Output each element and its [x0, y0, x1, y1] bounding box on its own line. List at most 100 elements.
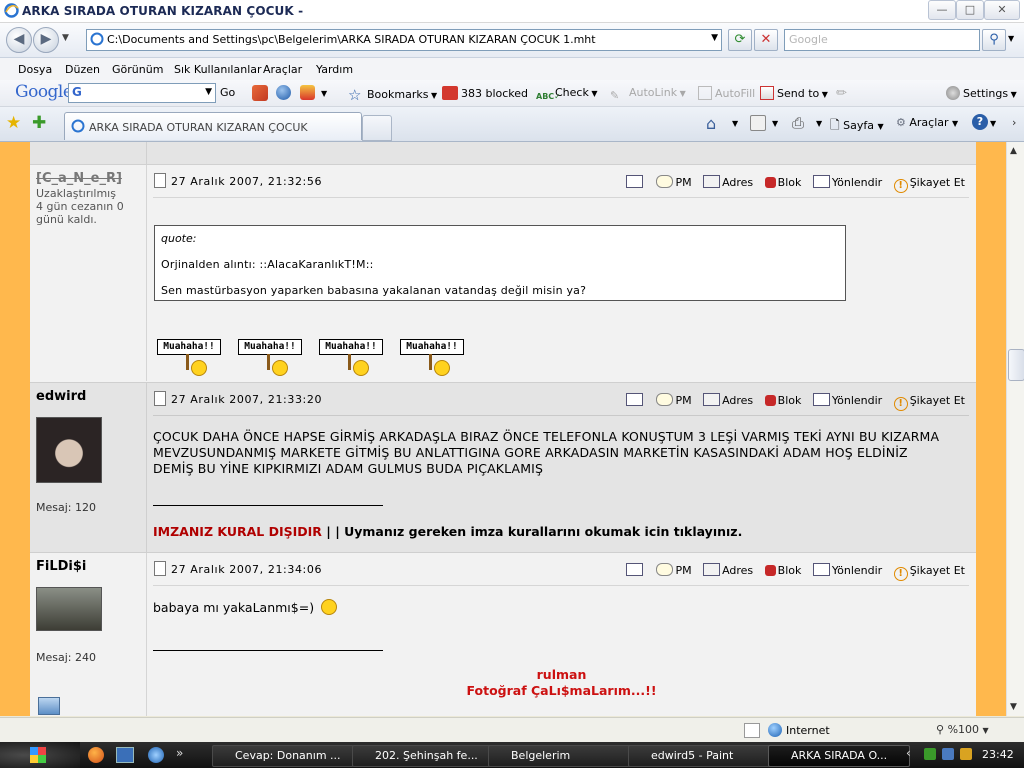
show-desktop-icon[interactable]: [116, 747, 134, 763]
pm-action[interactable]: PM: [656, 563, 692, 577]
menu-gorunum[interactable]: Görünüm: [112, 63, 163, 76]
back-button[interactable]: ◀: [6, 27, 32, 53]
block-action[interactable]: Blok: [764, 564, 801, 577]
feeds-dropdown-icon[interactable]: ▼: [772, 119, 778, 128]
block-action[interactable]: Blok: [764, 394, 801, 407]
page-menu[interactable]: 🗋 Sayfa ▼: [830, 116, 884, 137]
help-dropdown-icon[interactable]: ▼: [990, 119, 996, 128]
google-go-button[interactable]: Go: [220, 86, 235, 99]
username[interactable]: [C_a_N_e_R]: [36, 171, 122, 186]
menu-araclar[interactable]: Araçlar: [263, 63, 302, 76]
add-favorite-icon[interactable]: ✚: [32, 113, 46, 133]
scroll-up-arrow-icon[interactable]: ▲: [1010, 146, 1017, 156]
toolbar-overflow-icon[interactable]: ›: [1012, 116, 1016, 129]
help-icon[interactable]: ?: [972, 114, 988, 130]
home-icon[interactable]: ⌂: [706, 114, 716, 133]
taskbar-item-ie[interactable]: ARKA SIRADA O...: [768, 745, 910, 767]
taskbar-item-paint[interactable]: edwird5 - Paint: [628, 745, 774, 767]
start-button[interactable]: [0, 742, 80, 768]
search-input[interactable]: Google: [789, 33, 828, 46]
email-action[interactable]: [625, 175, 645, 189]
news-icon[interactable]: [252, 85, 268, 101]
avatar[interactable]: [36, 587, 102, 631]
firefox-icon[interactable]: [88, 747, 104, 763]
signature-warning[interactable]: IMZANIZ KURAL DIŞIDIR: [153, 524, 322, 539]
display-icon[interactable]: [942, 748, 954, 760]
scroll-down-arrow-icon[interactable]: ▼: [1010, 702, 1017, 712]
report-action[interactable]: ! Şikayet Et: [893, 176, 965, 193]
network-icon[interactable]: [924, 748, 936, 760]
highlight-icon[interactable]: [300, 85, 315, 100]
google-search-input[interactable]: G ▼: [68, 83, 216, 103]
taskbar-item-folder[interactable]: Belgelerim: [488, 745, 632, 767]
redirect-action[interactable]: Yönlendir: [812, 563, 882, 577]
bookmarks-button[interactable]: ☆ Bookmarks ▼: [348, 86, 437, 104]
security-shield-icon[interactable]: [960, 748, 972, 760]
search-field[interactable]: Google: [784, 29, 980, 51]
vertical-scrollbar[interactable]: ▲ ▼: [1006, 142, 1024, 716]
home-dropdown-icon[interactable]: ▼: [732, 119, 738, 128]
pencil-icon[interactable]: ✏: [836, 86, 847, 101]
address-action[interactable]: Adres: [703, 563, 753, 577]
username[interactable]: edwird: [36, 389, 86, 404]
menu-sik-kullanilanlar[interactable]: Sık Kullanılanlar: [174, 63, 262, 76]
menu-duzen[interactable]: Düzen: [65, 63, 100, 76]
redirect-action[interactable]: Yönlendir: [812, 175, 882, 189]
scrollbar-thumb[interactable]: [1008, 349, 1024, 381]
spellcheck-button[interactable]: ABC✓Check ▼: [536, 86, 598, 106]
signature-line[interactable]: Fotoğraf ÇaLı$maLarım...!!: [147, 683, 976, 699]
report-action[interactable]: ! Şikayet Et: [893, 564, 965, 581]
address-bar[interactable]: C:\Documents and Settings\pc\Belgelerim\…: [86, 29, 722, 51]
close-button[interactable]: ✕: [984, 0, 1020, 20]
quicklaunch-ie-icon[interactable]: [148, 747, 164, 763]
username[interactable]: FiLDi$i: [36, 559, 86, 574]
search-button[interactable]: ⚲: [982, 29, 1006, 51]
taskbar-item-firefox[interactable]: Cevap: Donanım ...: [212, 745, 354, 767]
maximize-button[interactable]: □: [956, 0, 984, 20]
email-action[interactable]: [625, 393, 645, 407]
tab-active[interactable]: ARKA SIRADA OTURAN KIZARAN ÇOCUK: [64, 112, 362, 140]
security-icon[interactable]: [744, 723, 760, 738]
google-dropdown-icon[interactable]: ▼: [205, 87, 212, 97]
tray-expand-icon[interactable]: ‹: [906, 746, 911, 760]
settings-button[interactable]: Settings ▼: [946, 86, 1017, 100]
redirect-action[interactable]: Yönlendir: [812, 393, 882, 407]
autofill-button[interactable]: AutoFill: [698, 86, 755, 100]
sendto-button[interactable]: Send to ▼: [760, 86, 828, 100]
address-input[interactable]: C:\Documents and Settings\pc\Belgelerim\…: [107, 33, 596, 46]
report-action[interactable]: ! Şikayet Et: [893, 394, 965, 411]
menu-dosya[interactable]: Dosya: [18, 63, 52, 76]
favorites-star-icon[interactable]: ★: [6, 113, 21, 133]
taskbar-item-winrar[interactable]: 202. Şehinşah fe...: [352, 745, 498, 767]
minimize-button[interactable]: —: [928, 0, 956, 20]
signature-line[interactable]: rulman: [147, 667, 976, 683]
pm-action[interactable]: PM: [656, 393, 692, 407]
zoom-control[interactable]: ⚲ %100 ▼: [936, 723, 989, 736]
signature-rules-link[interactable]: | | Uymanız gereken imza kurallarını oku…: [322, 524, 742, 539]
print-icon[interactable]: ⎙: [792, 114, 804, 132]
new-tab-button[interactable]: [362, 115, 392, 141]
google-logo[interactable]: Google: [15, 82, 73, 102]
quicklaunch-more-icon[interactable]: »: [176, 746, 183, 760]
popup-blocker-button[interactable]: 383 blocked: [442, 86, 528, 100]
forward-button[interactable]: ▶: [33, 27, 59, 53]
search-options-icon[interactable]: ▼: [1008, 34, 1014, 43]
tools-menu[interactable]: ⚙ Araçlar ▼: [896, 116, 958, 129]
clock[interactable]: 23:42: [982, 748, 1014, 761]
refresh-button[interactable]: ⟳: [728, 29, 752, 51]
stop-button[interactable]: ✕: [754, 29, 778, 51]
pm-action[interactable]: PM: [656, 175, 692, 189]
menu-yardim[interactable]: Yardım: [316, 63, 353, 76]
block-action[interactable]: Blok: [764, 176, 801, 189]
print-dropdown-icon[interactable]: ▼: [816, 119, 822, 128]
address-action[interactable]: Adres: [703, 175, 753, 189]
autolink-button[interactable]: ✎ AutoLink ▼: [610, 86, 686, 103]
highlight-dropdown-icon[interactable]: ▼: [321, 89, 327, 98]
globe-icon[interactable]: [276, 85, 291, 100]
address-action[interactable]: Adres: [703, 393, 753, 407]
feeds-icon[interactable]: [750, 115, 766, 131]
avatar[interactable]: [36, 417, 102, 483]
email-action[interactable]: [625, 563, 645, 577]
address-dropdown-icon[interactable]: ▼: [711, 33, 718, 43]
history-dropdown-icon[interactable]: ▼: [62, 33, 69, 43]
